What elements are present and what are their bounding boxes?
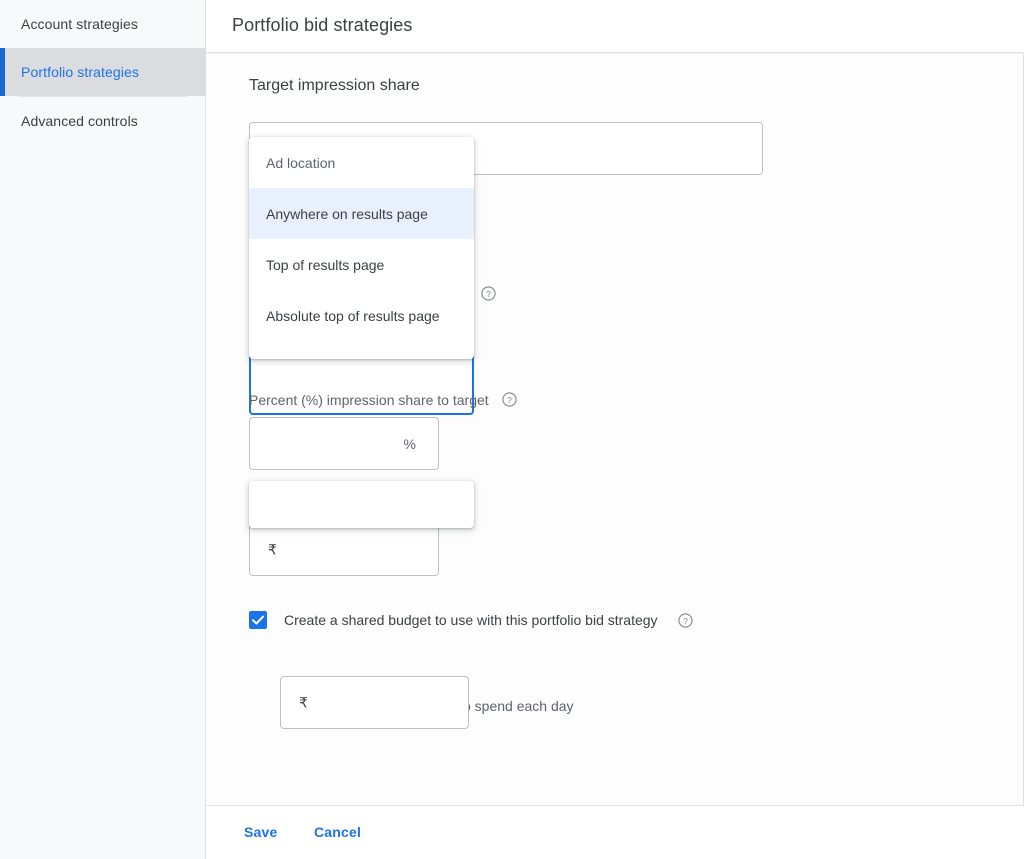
menu-item-ad-location[interactable]: Ad location [249, 137, 474, 188]
secondary-overlay-panel [249, 481, 474, 528]
daily-budget-input[interactable] [281, 677, 468, 728]
help-circle-icon[interactable]: ? [677, 612, 693, 628]
app-root: Account strategies Portfolio strategies … [0, 0, 1024, 859]
shared-budget-label: Create a shared budget to use with this … [284, 612, 658, 628]
sidebar-item-label: Account strategies [21, 16, 138, 32]
check-icon [252, 615, 264, 625]
sidebar-item-account-strategies[interactable]: Account strategies [0, 0, 205, 48]
shared-budget-row[interactable]: Create a shared budget to use with this … [249, 611, 693, 629]
max-cpc-bid-limit-field[interactable]: ₹ [249, 523, 439, 576]
sidebar-item-portfolio-strategies[interactable]: Portfolio strategies [0, 48, 205, 96]
menu-item-absolute-top-of-results-page[interactable]: Absolute top of results page [249, 290, 474, 341]
menu-item-anywhere-on-results-page[interactable]: Anywhere on results page [249, 188, 474, 239]
percent-impression-share-label: Percent (%) impression share to target ? [249, 392, 517, 408]
currency-prefix: ₹ [299, 694, 308, 710]
sidebar-item-label: Portfolio strategies [21, 64, 139, 80]
max-cpc-bid-limit-input[interactable] [250, 524, 438, 575]
help-circle-icon[interactable]: ? [481, 286, 496, 301]
shared-budget-checkbox[interactable] [249, 611, 267, 629]
svg-text:?: ? [507, 395, 512, 405]
footer-actions: Save Cancel [206, 806, 1024, 859]
percent-impression-share-field[interactable]: % [249, 417, 439, 470]
percent-suffix: % [403, 435, 416, 452]
section-title: Target impression share [249, 77, 420, 94]
currency-prefix: ₹ [268, 541, 277, 557]
sidebar-item-advanced-controls[interactable]: Advanced controls [0, 97, 205, 145]
svg-text:?: ? [683, 615, 688, 625]
sidebar: Account strategies Portfolio strategies … [0, 0, 206, 859]
menu-item-top-of-results-page[interactable]: Top of results page [249, 239, 474, 290]
save-button[interactable]: Save [244, 824, 278, 840]
daily-budget-field[interactable]: ₹ [280, 676, 469, 729]
sidebar-item-label: Advanced controls [21, 113, 138, 129]
ad-location-dropdown-menu[interactable]: Ad location Anywhere on results page Top… [249, 137, 474, 359]
sidebar-selection-indicator [0, 48, 5, 96]
cancel-button[interactable]: Cancel [314, 824, 361, 840]
help-circle-icon[interactable]: ? [501, 392, 517, 407]
page-header: Portfolio bid strategies [206, 0, 1024, 53]
page-title: Portfolio bid strategies [232, 15, 413, 35]
svg-text:?: ? [487, 289, 492, 299]
